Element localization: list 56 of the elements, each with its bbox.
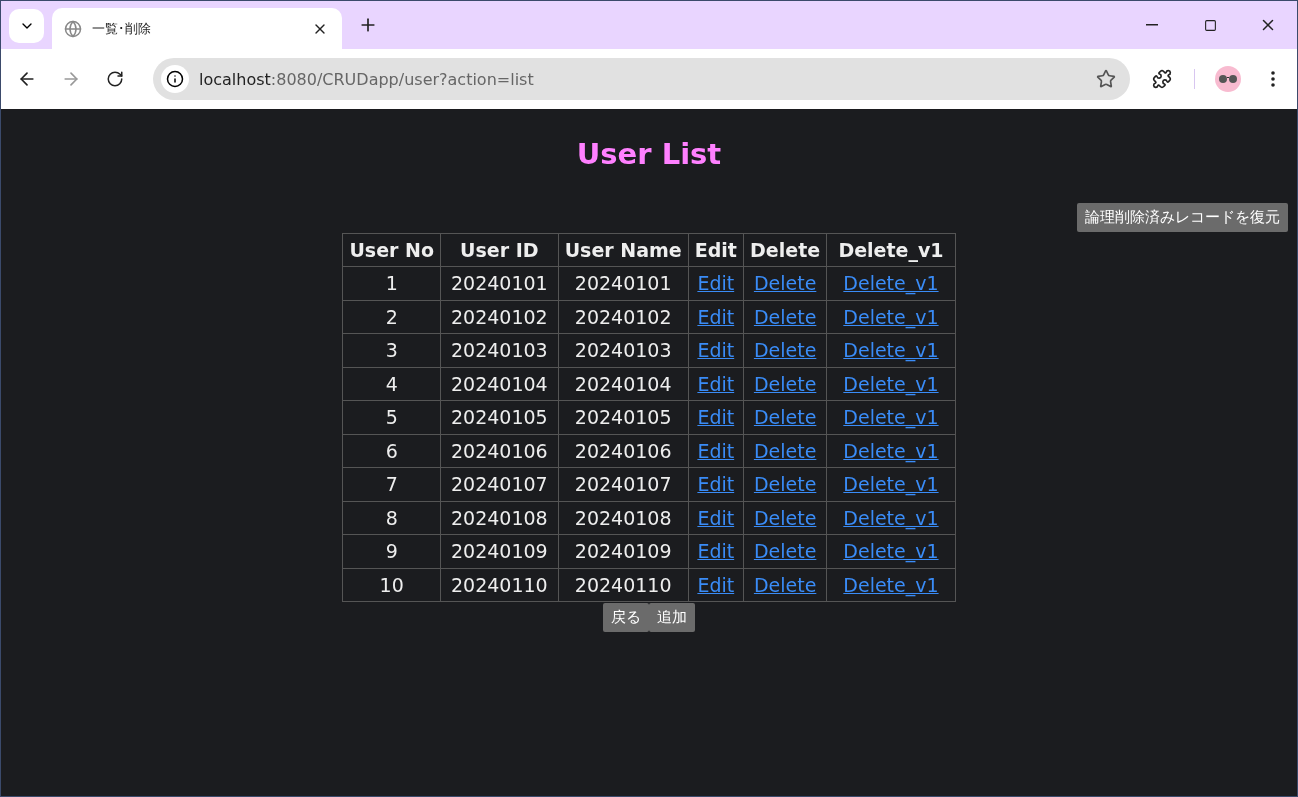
table-cell: 20240102	[440, 300, 559, 334]
minimize-icon	[1146, 24, 1158, 26]
table-cell: 20240101	[558, 266, 689, 300]
table-cell: 20240107	[558, 467, 689, 501]
action-button[interactable]: 戻る	[603, 603, 649, 632]
table-cell: 8	[342, 501, 441, 535]
puzzle-icon	[1152, 69, 1172, 89]
table-cell: 20240107	[440, 467, 559, 501]
table-cell: 10	[342, 568, 441, 602]
table-cell: 7	[342, 467, 441, 501]
profile-avatar[interactable]	[1215, 66, 1241, 92]
table-cell: 20240110	[558, 568, 689, 602]
table-cell: 20240101	[440, 266, 559, 300]
table-cell: 9	[342, 534, 441, 568]
table-cell: 1	[342, 266, 441, 300]
address-bar[interactable]: localhost:8080/CRUDapp/user?action=list	[153, 58, 1130, 100]
table-cell: 20240104	[558, 367, 689, 401]
column-header: Delete	[743, 233, 827, 267]
url-text: localhost:8080/CRUDapp/user?action=list	[199, 69, 535, 89]
table-cell: 5	[342, 400, 441, 434]
bookmark-star-icon[interactable]	[1096, 69, 1116, 89]
more-vertical-icon	[1271, 71, 1275, 87]
page-title: User List	[576, 137, 722, 171]
tab-title: 一覧･削除	[92, 19, 152, 38]
table-cell: 20240103	[558, 333, 689, 367]
table-cell: 3	[342, 333, 441, 367]
table-cell: 2	[342, 300, 441, 334]
tab-search-button[interactable]	[9, 9, 44, 43]
table-cell: 20240105	[558, 400, 689, 434]
globe-icon	[64, 19, 82, 38]
table-cell: 4	[342, 367, 441, 401]
column-header: Delete_v1	[826, 233, 956, 267]
extensions-button[interactable]	[1150, 67, 1174, 91]
table-cell: 20240108	[558, 501, 689, 535]
glasses-icon	[1218, 74, 1238, 84]
restore-button[interactable]: 論理削除済みレコードを復元	[1077, 203, 1288, 232]
action-button[interactable]: 追加	[649, 603, 695, 632]
table-cell: 20240108	[440, 501, 559, 535]
table-cell: 6	[342, 434, 441, 468]
table-cell: 20240109	[558, 534, 689, 568]
info-glyph-icon	[166, 70, 184, 88]
reload-icon	[106, 70, 124, 88]
table-cell: 20240103	[440, 333, 559, 367]
column-header: User ID	[440, 233, 559, 267]
column-header: User No	[342, 233, 441, 267]
table-cell: 20240105	[440, 400, 559, 434]
column-header: Edit	[688, 233, 744, 267]
maximize-icon	[1203, 18, 1217, 32]
table-cell: 20240109	[440, 534, 559, 568]
browser-tab[interactable]: 一覧･削除	[52, 8, 342, 49]
column-header: User Name	[558, 233, 689, 267]
table-cell: 20240104	[440, 367, 559, 401]
table-cell: 20240102	[558, 300, 689, 334]
table-cell: 20240106	[440, 434, 559, 468]
table-cell: 20240106	[558, 434, 689, 468]
table-cell: 20240110	[440, 568, 559, 602]
